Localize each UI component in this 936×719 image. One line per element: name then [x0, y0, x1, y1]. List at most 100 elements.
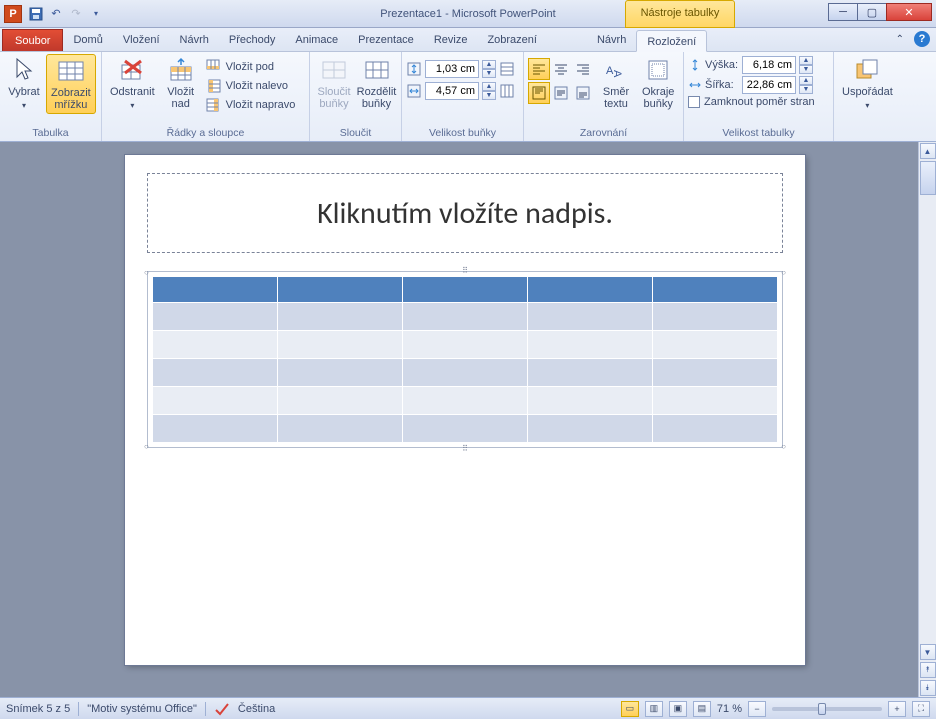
ribbon-minimize-icon[interactable]: ⌃	[896, 34, 904, 45]
spin-up-icon[interactable]: ▲	[482, 82, 496, 91]
prev-slide-icon[interactable]: ⯭	[920, 662, 936, 678]
fit-to-window-button[interactable]: ⛶	[912, 701, 930, 717]
insert-left-icon	[206, 78, 222, 94]
zoom-thumb[interactable]	[818, 703, 826, 715]
group-merge: Sloučit buňky Rozdělit buňky Sloučit	[310, 52, 402, 141]
col-width-input[interactable]	[425, 82, 479, 100]
insert-below-icon	[206, 59, 222, 75]
spin-down-icon[interactable]: ▼	[799, 85, 813, 94]
zoom-out-button[interactable]: −	[748, 701, 766, 717]
table-height-input[interactable]	[742, 56, 796, 74]
tab-zobrazeni[interactable]: Zobrazení	[477, 29, 547, 51]
tab-prezentace[interactable]: Prezentace	[348, 29, 424, 51]
table[interactable]	[152, 276, 778, 443]
insert-right-button[interactable]: Vložit napravo	[203, 96, 299, 114]
split-cells-button[interactable]: Rozdělit buňky	[356, 54, 397, 112]
resize-handle-icon[interactable]: ⠿	[462, 266, 468, 275]
spin-up-icon[interactable]: ▲	[799, 76, 813, 85]
table-selection[interactable]: ○ ○ ⠿ ○ ○ ⠿	[147, 271, 783, 448]
close-button[interactable]: ✕	[886, 3, 932, 21]
align-top-button[interactable]	[528, 82, 550, 104]
tab-domu[interactable]: Domů	[63, 29, 112, 51]
zoom-in-button[interactable]: +	[888, 701, 906, 717]
language[interactable]: Čeština	[238, 703, 275, 715]
tab-rozlozeni[interactable]: Rozložení	[636, 30, 707, 52]
reading-view-button[interactable]: ▣	[669, 701, 687, 717]
tab-vlozeni[interactable]: Vložení	[113, 29, 170, 51]
maximize-button[interactable]: ▢	[857, 3, 887, 21]
slide-number[interactable]: Snímek 5 z 5	[6, 703, 70, 715]
insert-above-label: Vložit nad	[167, 86, 194, 110]
group-alignment: AA Směr textu Okraje buňky Zarovnání	[524, 52, 684, 141]
delete-button[interactable]: Odstranit ▾	[106, 54, 159, 114]
spin-down-icon[interactable]: ▼	[482, 91, 496, 100]
text-direction-label: Směr textu	[603, 86, 629, 110]
select-button[interactable]: Vybrat ▾	[4, 54, 44, 114]
tab-navrh[interactable]: Návrh	[170, 29, 219, 51]
spin-down-icon[interactable]: ▼	[799, 65, 813, 74]
redo-icon[interactable]: ↷	[68, 6, 84, 22]
group-cell-size: ▲▼ ▲▼ Velikost buňky	[402, 52, 524, 141]
spin-up-icon[interactable]: ▲	[799, 56, 813, 65]
tab-revize[interactable]: Revize	[424, 29, 478, 51]
text-direction-button[interactable]: AA Směr textu	[596, 54, 636, 112]
align-bottom-button[interactable]	[572, 82, 594, 104]
qat-menu-icon[interactable]: ▾	[88, 6, 104, 22]
theme-name[interactable]: "Motiv systému Office"	[87, 703, 197, 715]
save-icon[interactable]	[28, 6, 44, 22]
table-width-input[interactable]	[742, 76, 796, 94]
resize-handle-icon[interactable]: ○	[781, 268, 786, 277]
tab-prechody[interactable]: Přechody	[219, 29, 285, 51]
align-middle-button[interactable]	[550, 82, 572, 104]
scroll-thumb[interactable]	[920, 161, 936, 195]
align-right-button[interactable]	[572, 58, 594, 80]
sorter-view-button[interactable]: ▥	[645, 701, 663, 717]
scroll-up-icon[interactable]: ▲	[920, 143, 936, 159]
title-placeholder[interactable]: Kliknutím vložíte nadpis.	[147, 173, 783, 253]
tab-animace[interactable]: Animace	[285, 29, 348, 51]
normal-view-button[interactable]: ▭	[621, 701, 639, 717]
spin-down-icon[interactable]: ▼	[482, 69, 496, 78]
align-left-button[interactable]	[528, 58, 550, 80]
scroll-down-icon[interactable]: ▼	[920, 644, 936, 660]
minimize-button[interactable]: ─	[828, 3, 858, 21]
distribute-rows-icon[interactable]	[499, 61, 515, 77]
row-height-icon	[406, 61, 422, 77]
app-icon: P	[4, 5, 22, 23]
resize-handle-icon[interactable]: ⠿	[462, 444, 468, 453]
insert-left-button[interactable]: Vložit nalevo	[203, 77, 299, 95]
insert-right-icon	[206, 97, 222, 113]
resize-handle-icon[interactable]: ○	[781, 442, 786, 451]
slide-surface[interactable]: Kliknutím vložíte nadpis. ○ ○ ⠿ ○ ○ ⠿	[0, 142, 918, 697]
grid-icon	[57, 57, 85, 85]
tab-table-navrh[interactable]: Návrh	[587, 29, 636, 51]
resize-handle-icon[interactable]: ○	[144, 442, 149, 451]
lock-aspect-checkbox[interactable]: Zamknout poměr stran	[688, 96, 815, 108]
insert-below-button[interactable]: Vložit pod	[203, 58, 299, 76]
spin-up-icon[interactable]: ▲	[482, 60, 496, 69]
resize-handle-icon[interactable]: ○	[144, 268, 149, 277]
zoom-level[interactable]: 71 %	[717, 703, 742, 715]
spellcheck-icon[interactable]	[214, 702, 230, 716]
arrange-button[interactable]: Uspořádat ▾	[838, 54, 897, 114]
help-icon[interactable]: ?	[914, 31, 930, 47]
distribute-cols-icon[interactable]	[499, 83, 515, 99]
show-grid-label: Zobrazit mřížku	[51, 87, 91, 111]
slideshow-view-button[interactable]: ▤	[693, 701, 711, 717]
vertical-scrollbar[interactable]: ▲ ▼ ⯭ ⯯	[918, 142, 936, 697]
undo-icon[interactable]: ↶	[48, 6, 64, 22]
lock-aspect-label: Zamknout poměr stran	[704, 96, 815, 108]
merge-cells-button[interactable]: Sloučit buňky	[314, 54, 354, 112]
file-tab[interactable]: Soubor	[2, 29, 63, 51]
cell-margins-button[interactable]: Okraje buňky	[638, 54, 678, 112]
table-row	[153, 277, 778, 303]
zoom-slider[interactable]	[772, 707, 882, 711]
show-grid-button[interactable]: Zobrazit mřížku	[46, 54, 96, 114]
align-center-button[interactable]	[550, 58, 572, 80]
insert-above-button[interactable]: Vložit nad	[161, 54, 201, 112]
group-table-size: Výška:▲▼ Šířka:▲▼ Zamknout poměr stran V…	[684, 52, 834, 141]
cursor-icon	[10, 56, 38, 84]
next-slide-icon[interactable]: ⯯	[920, 680, 936, 696]
slide[interactable]: Kliknutím vložíte nadpis. ○ ○ ⠿ ○ ○ ⠿	[125, 155, 805, 665]
row-height-input[interactable]	[425, 60, 479, 78]
